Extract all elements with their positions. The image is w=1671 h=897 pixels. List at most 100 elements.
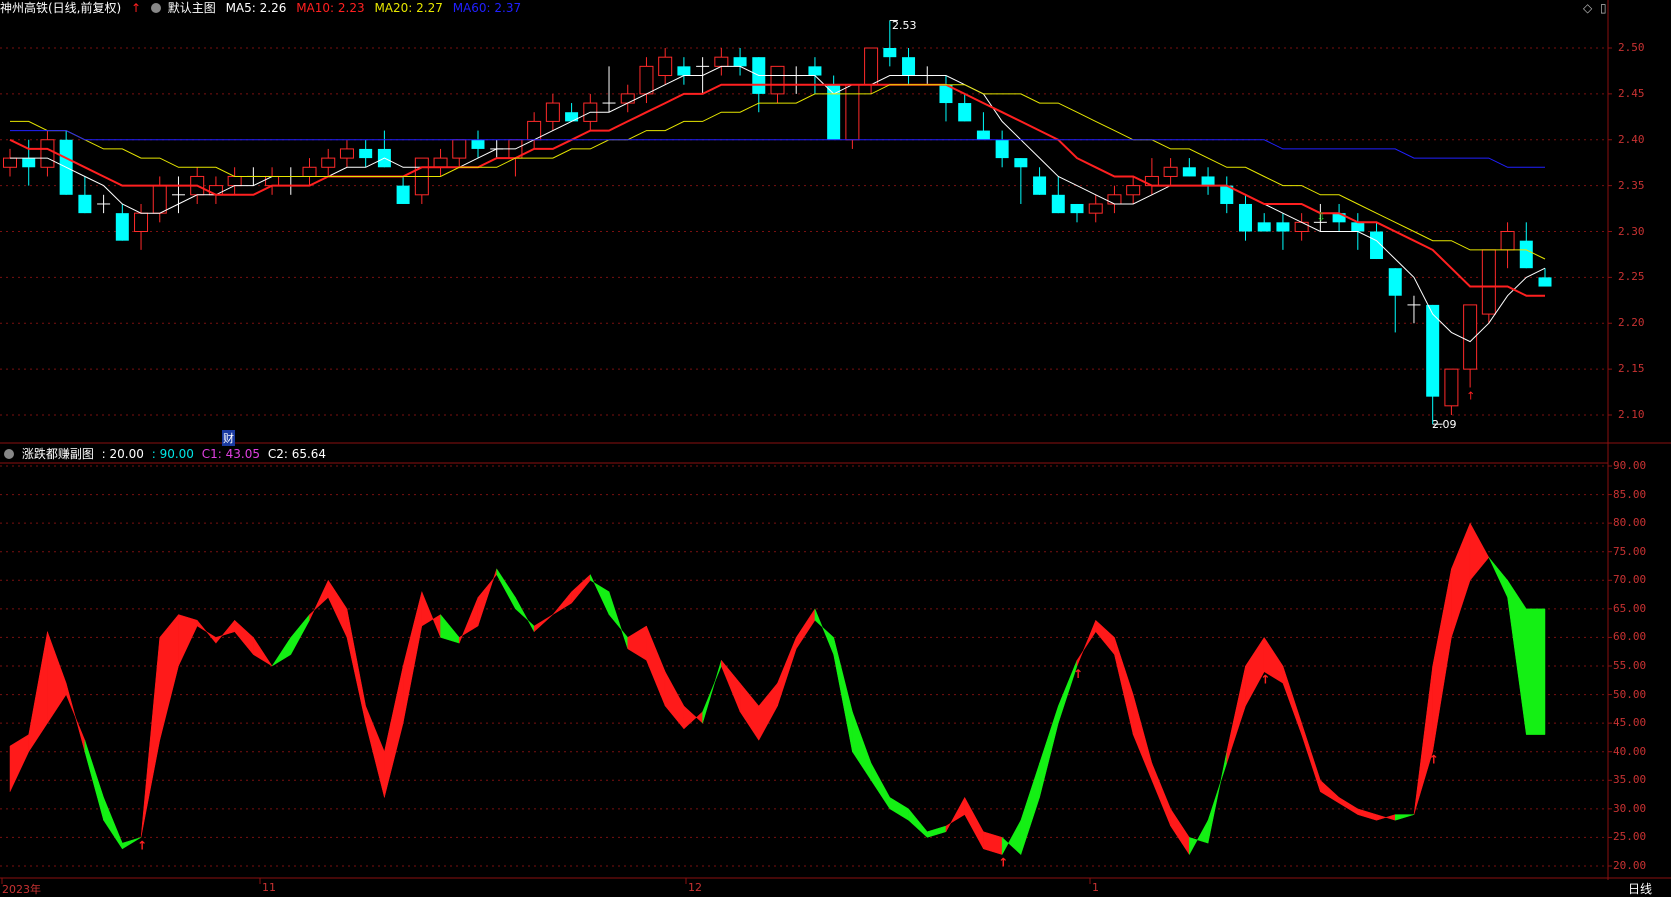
candle-up	[452, 139, 467, 159]
indicator-band	[159, 613, 179, 741]
candle-down	[1238, 203, 1252, 232]
indicator-band	[758, 682, 778, 741]
indicator-band	[1432, 568, 1452, 752]
candle-up	[1444, 368, 1459, 407]
ma5-line	[10, 65, 1546, 343]
indicator-tick-label: 35.00	[1613, 773, 1647, 787]
candle-down	[902, 57, 916, 76]
price-tick-label: 2.50	[1618, 41, 1645, 54]
period-label[interactable]: 日线	[1628, 880, 1652, 897]
buy-signal-arrow-icon: ↑	[1073, 667, 1083, 681]
indicator-band	[1469, 523, 1490, 581]
candle-up	[1294, 221, 1309, 232]
candle-down	[733, 57, 747, 67]
indicator-tick-label: 20.00	[1613, 859, 1647, 872]
indicator-band	[646, 625, 666, 707]
candle-up	[265, 175, 280, 187]
finance-tag[interactable]: 财	[222, 430, 235, 446]
indicator-tick-label: 30.00	[1613, 801, 1647, 815]
indicator-band	[1132, 694, 1153, 781]
indicator-band	[1338, 796, 1359, 816]
indicator-band	[1001, 820, 1022, 856]
candle-down	[1182, 167, 1196, 177]
indicator-band	[1282, 665, 1302, 735]
indicator-band	[1226, 665, 1246, 764]
indicator-band	[1507, 579, 1527, 735]
candle-up	[770, 65, 785, 95]
indicator-tick-label: 85.00	[1613, 487, 1647, 501]
indicator-tick-label: 45.00	[1613, 716, 1647, 730]
candle-down	[1538, 277, 1552, 287]
indicator-band	[103, 797, 123, 850]
indicator-band	[1114, 637, 1134, 735]
indicator-band	[477, 568, 497, 627]
low-price-label: 2.09	[1432, 418, 1457, 431]
price-tick-label: 2.45	[1618, 86, 1645, 100]
price-tick-label: 2.10	[1618, 408, 1645, 421]
indicator-band	[384, 665, 404, 798]
indicator-band	[290, 613, 310, 655]
indicator-band	[739, 682, 760, 742]
chart-canvas[interactable]: ⇩ ↑ ↑ ↑ ↑ ↑ ↑	[0, 0, 1671, 897]
indicator-band	[683, 705, 703, 730]
candle-up	[339, 148, 354, 159]
indicator-band	[964, 797, 984, 849]
indicator-band	[1320, 779, 1340, 804]
candle-down	[677, 66, 691, 76]
candle-up	[714, 56, 729, 67]
candle-up	[1481, 249, 1496, 315]
indicator-band	[1526, 608, 1546, 735]
candle-down	[1276, 222, 1290, 232]
date-label: 11	[262, 881, 276, 894]
indicator-band	[814, 608, 834, 655]
indicator-band	[1357, 808, 1377, 821]
high-price-label: 2.53	[892, 19, 917, 32]
indicator-band	[870, 763, 891, 810]
candle-down	[958, 103, 972, 122]
indicator-band	[927, 825, 947, 838]
candle-up	[321, 157, 336, 168]
indicator-band	[234, 619, 254, 656]
candle-down	[78, 194, 92, 214]
candle-up	[3, 157, 17, 168]
candle-up	[227, 175, 242, 187]
ma10-line	[9, 83, 1545, 297]
indicator-tick-label: 70.00	[1613, 573, 1647, 587]
indicator-band	[1394, 814, 1415, 821]
indicator-band	[440, 613, 460, 644]
candle-down	[471, 139, 485, 149]
green-down-arrow-icon: ⇩	[1316, 210, 1325, 223]
indicator-tick-label: 90.00	[1613, 459, 1647, 472]
indicator-band	[1451, 523, 1471, 638]
indicator-band	[1039, 705, 1059, 798]
indicator-tick-label: 25.00	[1613, 830, 1647, 844]
indicator-band	[140, 637, 161, 838]
candle-up	[545, 102, 560, 122]
candle-down	[808, 66, 822, 76]
candle-down	[565, 112, 579, 122]
indicator-band	[28, 631, 48, 753]
candle-down	[976, 130, 990, 140]
date-label: 1	[1092, 881, 1099, 894]
indicator-band	[702, 660, 722, 724]
indicator-band	[608, 591, 628, 649]
indicator-band	[795, 608, 816, 650]
candle-up	[620, 93, 635, 104]
candle-up	[302, 166, 317, 177]
candle-down	[1257, 222, 1271, 232]
candle-up	[1126, 185, 1141, 196]
candle-down	[1201, 176, 1215, 186]
candle-down	[883, 48, 897, 58]
candle-down	[1519, 240, 1533, 269]
indicator-band	[833, 637, 853, 752]
candle-up	[433, 157, 448, 168]
indicator-band	[664, 671, 685, 730]
date-label: 12	[688, 881, 702, 894]
price-tick-label: 2.20	[1618, 316, 1645, 330]
candle-up	[845, 84, 860, 141]
candle-up	[152, 185, 167, 214]
candle-down	[1051, 194, 1065, 214]
candle-down	[359, 148, 373, 159]
indicator-tick-label: 60.00	[1613, 630, 1647, 644]
candle-down	[396, 185, 410, 204]
